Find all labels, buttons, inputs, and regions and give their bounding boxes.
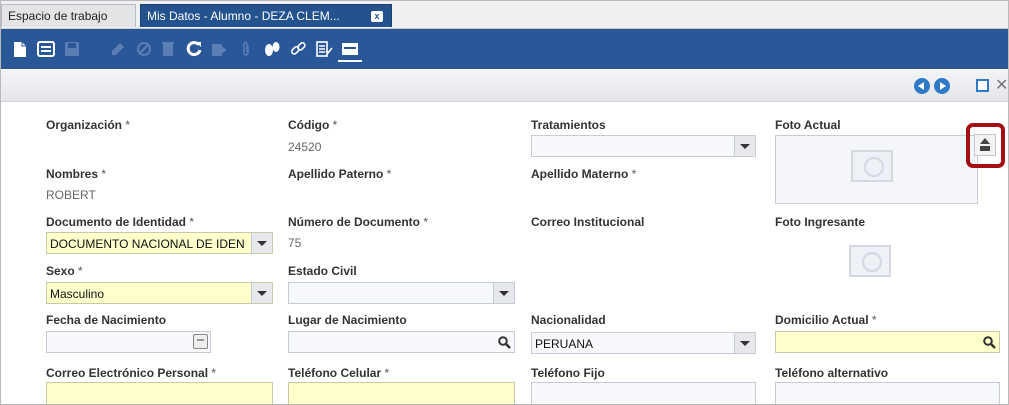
tratamientos-select[interactable]	[531, 135, 756, 157]
next-record-icon[interactable]	[934, 78, 950, 94]
chevron-down-icon[interactable]	[734, 136, 755, 156]
telefono-celular-input[interactable]	[288, 382, 515, 404]
chevron-down-icon[interactable]	[734, 333, 755, 353]
no-photo-icon	[849, 245, 891, 277]
search-icon[interactable]	[979, 332, 999, 352]
save-icon[interactable]	[61, 38, 83, 60]
documento-identidad-label: Documento de Identidad *	[46, 215, 195, 229]
correo-personal-input[interactable]	[46, 382, 273, 404]
estado-civil-label: Estado Civil	[288, 264, 357, 278]
nombres-label: Nombres *	[46, 167, 107, 181]
nacionalidad-select[interactable]: PERUANA	[531, 332, 756, 354]
telefono-celular-label: Teléfono Celular *	[288, 366, 390, 380]
delete-icon[interactable]	[157, 38, 179, 60]
close-tab-icon[interactable]: x	[371, 11, 383, 22]
link-icon[interactable]	[287, 38, 309, 60]
apellido-paterno-label: Apellido Paterno *	[288, 167, 392, 181]
record-navigation: ✕	[1, 70, 1008, 102]
chevron-down-icon[interactable]	[251, 283, 272, 303]
tab-strip: Espacio de trabajo Mis Datos - Alumno - …	[1, 1, 1008, 29]
telefono-alternativo-input[interactable]	[775, 382, 1000, 404]
codigo-value: 24520	[288, 140, 322, 154]
tab-mis-datos-label: Mis Datos - Alumno - DEZA CLEM...	[147, 9, 340, 23]
fecha-nacimiento-input[interactable]	[46, 331, 211, 353]
estado-civil-select[interactable]	[288, 282, 515, 304]
apellido-materno-label: Apellido Materno *	[531, 167, 637, 181]
tab-workspace[interactable]: Espacio de trabajo	[1, 4, 136, 27]
lugar-nacimiento-label: Lugar de Nacimiento	[288, 313, 407, 327]
telefono-fijo-label: Teléfono Fijo	[531, 366, 605, 380]
foto-actual-box	[775, 135, 978, 204]
checklist-icon[interactable]	[313, 38, 335, 60]
fecha-nacimiento-label: Fecha de Nacimiento	[46, 313, 167, 327]
foto-actual-label: Foto Actual	[775, 118, 841, 132]
correo-personal-label: Correo Electrónico Personal *	[46, 366, 217, 380]
lugar-nacimiento-input[interactable]	[288, 331, 515, 353]
refresh-icon[interactable]	[183, 38, 205, 60]
toolbar	[1, 29, 1008, 69]
export-icon[interactable]	[209, 38, 231, 60]
foto-ingresante-label: Foto Ingresante	[775, 215, 866, 229]
discard-icon[interactable]	[107, 38, 129, 60]
maximize-icon[interactable]	[976, 79, 989, 92]
codigo-label: Código *	[288, 118, 338, 132]
calendar-icon[interactable]	[193, 334, 208, 349]
tratamientos-label: Tratamientos	[531, 118, 606, 132]
nacionalidad-label: Nacionalidad	[531, 313, 606, 327]
numero-documento-label: Número de Documento *	[288, 215, 429, 229]
search-icon[interactable]	[494, 332, 514, 352]
sexo-select[interactable]: Masculino	[46, 282, 273, 304]
telefono-fijo-input[interactable]	[531, 382, 756, 404]
sexo-label: Sexo *	[46, 264, 83, 278]
numero-documento-value: 75	[288, 236, 302, 250]
window: Espacio de trabajo Mis Datos - Alumno - …	[0, 0, 1009, 405]
organizacion-label: Organización *	[46, 118, 131, 132]
cancel-icon[interactable]	[133, 38, 155, 60]
highlight-annotation	[966, 123, 1005, 168]
domicilio-actual-input[interactable]	[775, 331, 1000, 353]
new-record-icon[interactable]	[9, 38, 31, 60]
chevron-down-icon[interactable]	[493, 283, 514, 303]
detail-icon[interactable]	[35, 38, 57, 60]
previous-record-icon[interactable]	[914, 78, 930, 94]
close-panel-icon[interactable]: ✕	[995, 77, 1008, 94]
tab-mis-datos[interactable]: Mis Datos - Alumno - DEZA CLEM... x	[140, 4, 392, 27]
history-icon[interactable]	[261, 38, 283, 60]
no-photo-icon	[851, 150, 893, 182]
telefono-alternativo-label: Teléfono alternativo	[775, 366, 889, 380]
chevron-down-icon[interactable]	[251, 233, 272, 253]
correo-institucional-label: Correo Institucional	[531, 215, 645, 229]
attach-icon[interactable]	[235, 38, 257, 60]
form-view-icon[interactable]	[338, 38, 362, 62]
documento-identidad-select[interactable]: DOCUMENTO NACIONAL DE IDEN	[46, 232, 273, 254]
nombres-value: ROBERT	[46, 188, 96, 202]
domicilio-actual-label: Domicilio Actual *	[775, 313, 877, 327]
